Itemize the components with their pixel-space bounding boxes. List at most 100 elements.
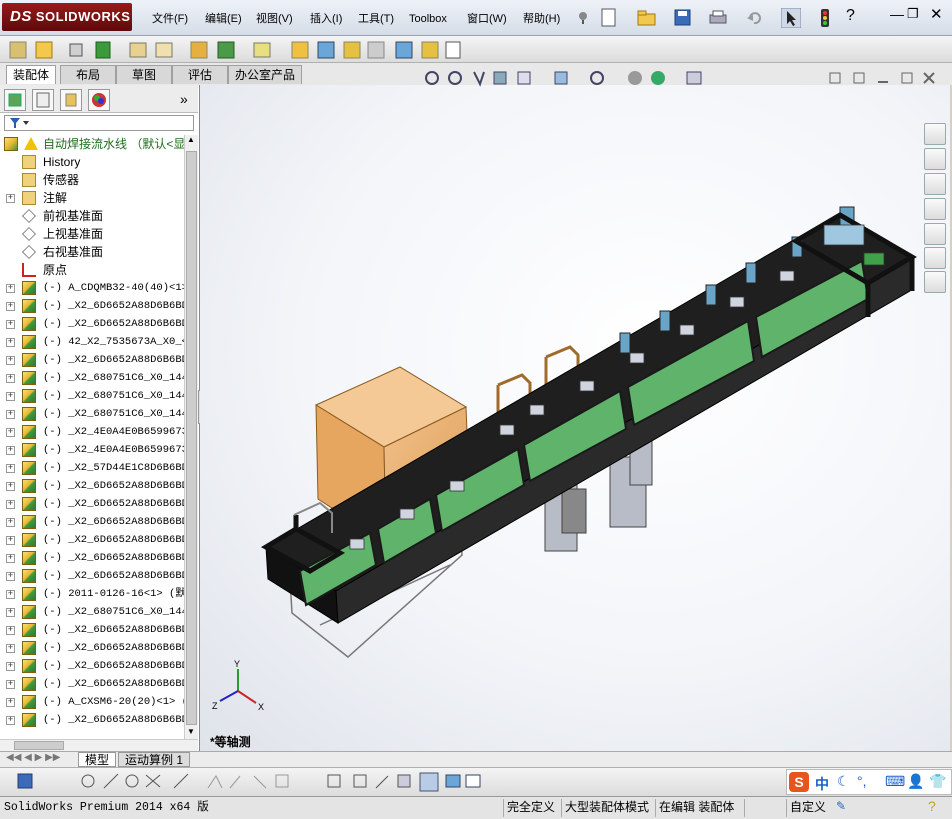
tab-nav-arrows-icon[interactable]: ◀◀ ◀ ▶ ▶▶ bbox=[6, 752, 60, 763]
assembly-3d-model[interactable]: Y X Z bbox=[200, 85, 950, 751]
tree-item[interactable]: + (-) _X2_6D6652A88D6B6BD bbox=[0, 531, 184, 549]
status-custom-units[interactable]: 自定义 bbox=[786, 799, 829, 817]
expand-toggle-icon[interactable]: + bbox=[6, 572, 15, 581]
expand-toggle-icon[interactable]: + bbox=[6, 356, 15, 365]
tree-item[interactable]: 前视基准面 bbox=[0, 207, 184, 225]
tree-item[interactable]: + (-) _X2_680751C6_X0_144 bbox=[0, 405, 184, 423]
graphics-viewport[interactable]: Y X Z *等轴测 bbox=[200, 85, 950, 751]
expand-panel-icon[interactable]: » bbox=[180, 91, 188, 107]
tree-item[interactable]: + (-) _X2_57D44E1C8D6B6BD bbox=[0, 459, 184, 477]
tab-assembly[interactable]: 装配体 bbox=[6, 65, 57, 84]
tab-model[interactable]: 模型 bbox=[78, 752, 117, 767]
menu-tools[interactable]: 工具(T) bbox=[358, 10, 394, 28]
tree-item[interactable]: + (-) _X2_680751C6_X0_144 bbox=[0, 603, 184, 621]
home-icon[interactable] bbox=[924, 148, 946, 170]
tree-item[interactable]: 右视基准面 bbox=[0, 243, 184, 261]
tree-item[interactable]: + (-) 42_X2_7535673A_X0_< bbox=[0, 333, 184, 351]
expand-toggle-icon[interactable]: + bbox=[6, 428, 15, 437]
tree-item[interactable]: + (-) _X2_6D6652A88D6B6BD bbox=[0, 351, 184, 369]
print-icon[interactable] bbox=[708, 9, 728, 27]
expand-toggle-icon[interactable]: + bbox=[6, 500, 15, 509]
configuration-manager-tab-icon[interactable] bbox=[60, 89, 82, 111]
undo-icon[interactable] bbox=[745, 9, 763, 27]
tree-item[interactable]: + (-) _X2_680751C6_X0_144 bbox=[0, 387, 184, 405]
solidworks-logo[interactable]: DS SOLIDWORKS bbox=[2, 3, 132, 31]
ime-user-icon[interactable]: 👤 bbox=[907, 773, 924, 790]
tree-item[interactable]: + (-) _X2_4E0A4E0B6599673 bbox=[0, 423, 184, 441]
tree-item[interactable]: + (-) _X2_6D6652A88D6B6BD bbox=[0, 657, 184, 675]
tree-item[interactable]: 传感器 bbox=[0, 171, 184, 189]
pin-icon[interactable] bbox=[575, 9, 591, 25]
tree-item[interactable]: 原点 bbox=[0, 261, 184, 279]
expand-toggle-icon[interactable]: + bbox=[6, 194, 15, 203]
select-arrow-icon[interactable] bbox=[781, 8, 801, 28]
expand-toggle-icon[interactable]: + bbox=[6, 518, 15, 527]
new-document-icon[interactable] bbox=[600, 8, 618, 28]
menu-edit[interactable]: 编辑(E) bbox=[205, 10, 242, 28]
expand-toggle-icon[interactable]: + bbox=[6, 608, 15, 617]
restore-window-icon[interactable]: ❐ bbox=[907, 6, 919, 22]
custom-properties-icon[interactable] bbox=[924, 271, 946, 293]
property-manager-tab-icon[interactable] bbox=[32, 89, 54, 111]
tree-horizontal-scrollbar[interactable] bbox=[0, 739, 198, 751]
expand-toggle-icon[interactable]: + bbox=[6, 446, 15, 455]
tree-item[interactable]: + (-) _X2_6D6652A88D6B6BD bbox=[0, 711, 184, 729]
tree-item[interactable]: History bbox=[0, 153, 184, 171]
expand-toggle-icon[interactable]: + bbox=[6, 482, 15, 491]
menu-help[interactable]: 帮助(H) bbox=[523, 10, 560, 28]
view-toolbar-icons[interactable] bbox=[422, 69, 722, 89]
expand-toggle-icon[interactable]: + bbox=[6, 698, 15, 707]
ime-toolbar[interactable]: S 中 ☾ °, ⌨ 👤 👕 bbox=[786, 769, 952, 795]
menu-view[interactable]: 视图(V) bbox=[256, 10, 293, 28]
menu-file[interactable]: 文件(F) bbox=[152, 10, 188, 28]
ime-punctuation-icon[interactable]: °, bbox=[857, 773, 867, 789]
document-window-controls[interactable] bbox=[828, 71, 942, 87]
tab-sketch[interactable]: 草图 bbox=[116, 65, 172, 84]
tree-item[interactable]: + (-) _X2_6D6652A88D6B6BD bbox=[0, 567, 184, 585]
menu-window[interactable]: 窗口(W) bbox=[467, 10, 507, 28]
tree-item[interactable]: + (-) _X2_6D6652A88D6B6BD bbox=[0, 549, 184, 567]
tree-item[interactable]: + (-) _X2_6D6652A88D6B6BD bbox=[0, 675, 184, 693]
tree-item[interactable]: + 注解 bbox=[0, 189, 184, 207]
view-palette-icon[interactable] bbox=[924, 223, 946, 245]
expand-toggle-icon[interactable]: + bbox=[6, 302, 15, 311]
expand-toggle-icon[interactable]: + bbox=[6, 320, 15, 329]
feature-tree-tab-icon[interactable] bbox=[4, 89, 26, 111]
tree-scroll-thumb[interactable] bbox=[186, 151, 197, 725]
tree-item[interactable]: + (-) _X2_6D6652A88D6B6BD bbox=[0, 477, 184, 495]
expand-toggle-icon[interactable]: + bbox=[6, 680, 15, 689]
tree-item[interactable]: + (-) _X2_6D6652A88D6B6BD bbox=[0, 621, 184, 639]
tab-motion-study[interactable]: 运动算例 1 bbox=[118, 752, 191, 767]
expand-toggle-icon[interactable]: + bbox=[6, 644, 15, 653]
appearances-icon[interactable] bbox=[924, 247, 946, 269]
minimize-window-icon[interactable]: — bbox=[890, 6, 904, 22]
tree-item[interactable]: + (-) _X2_4E0A4E0B6599673 bbox=[0, 441, 184, 459]
expand-toggle-icon[interactable]: + bbox=[6, 536, 15, 545]
help-question-icon[interactable]: ? bbox=[846, 7, 855, 25]
scroll-up-icon[interactable]: ▲ bbox=[187, 135, 195, 144]
tree-vertical-scrollbar[interactable]: ▲ ▼ bbox=[184, 135, 198, 739]
expand-toggle-icon[interactable]: + bbox=[6, 554, 15, 563]
expand-toggle-icon[interactable]: + bbox=[6, 662, 15, 671]
file-explorer-icon[interactable] bbox=[924, 198, 946, 220]
menu-insert[interactable]: 插入(I) bbox=[310, 10, 342, 28]
tree-item[interactable]: + (-) _X2_680751C6_X0_144 bbox=[0, 369, 184, 387]
filter-funnel-icon[interactable] bbox=[9, 117, 29, 129]
tree-root-assembly[interactable]: 自动焊接流水线 （默认<显 bbox=[0, 135, 184, 153]
solidworks-resources-icon[interactable] bbox=[924, 123, 946, 145]
scroll-down-icon[interactable]: ▼ bbox=[187, 727, 195, 736]
tree-item[interactable]: 上视基准面 bbox=[0, 225, 184, 243]
tree-item[interactable]: + (-) _X2_6D6652A88D6B6BD bbox=[0, 315, 184, 333]
ime-skin-icon[interactable]: 👕 bbox=[929, 773, 946, 790]
status-help-icon[interactable]: ? bbox=[928, 798, 936, 814]
tree-item[interactable]: + (-) _X2_6D6652A88D6B6BD bbox=[0, 639, 184, 657]
design-library-icon[interactable] bbox=[924, 173, 946, 195]
expand-toggle-icon[interactable]: + bbox=[6, 464, 15, 473]
expand-toggle-icon[interactable]: + bbox=[6, 590, 15, 599]
traffic-light-icon[interactable] bbox=[818, 8, 832, 28]
expand-toggle-icon[interactable]: + bbox=[6, 392, 15, 401]
tab-layout[interactable]: 布局 bbox=[60, 65, 116, 84]
save-icon[interactable] bbox=[674, 9, 692, 27]
menu-toolbox[interactable]: Toolbox bbox=[409, 10, 447, 28]
display-manager-tab-icon[interactable] bbox=[88, 89, 110, 111]
